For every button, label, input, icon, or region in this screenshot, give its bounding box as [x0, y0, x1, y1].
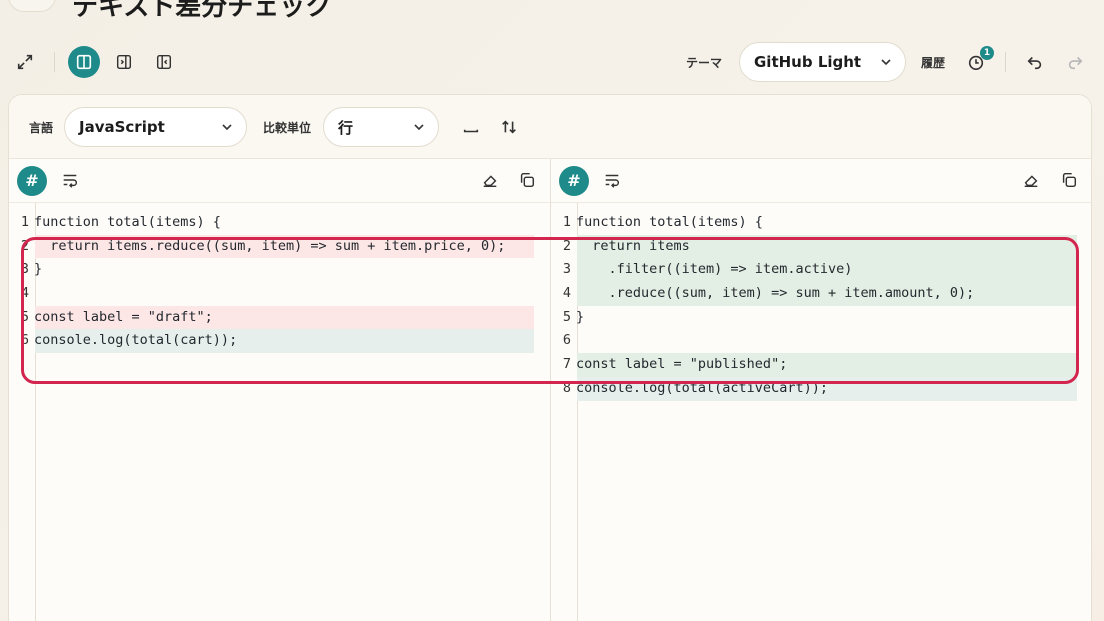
undo-icon[interactable] [1019, 46, 1051, 78]
page-title: テキスト差分チェック [72, 0, 332, 22]
redo-icon[interactable] [1059, 46, 1091, 78]
language-select[interactable]: JavaScript [64, 107, 247, 147]
divider [54, 52, 55, 72]
eraser-icon[interactable] [481, 171, 501, 191]
history-count-badge: 1 [980, 46, 994, 60]
split-view-icon[interactable] [68, 46, 100, 78]
code-line[interactable]: 1 function total(items) { [9, 211, 550, 235]
copy-icon[interactable] [518, 171, 538, 191]
line-numbers-toggle[interactable]: # [17, 166, 47, 196]
wrap-icon[interactable] [603, 171, 623, 191]
line-numbers-toggle[interactable]: # [559, 166, 589, 196]
unit-value: 行 [338, 118, 354, 137]
history-label: 履歴 [921, 56, 946, 70]
theme-select[interactable]: GitHub Light [739, 42, 906, 82]
line-text: function total(items) { [34, 214, 221, 230]
eraser-icon[interactable] [1022, 171, 1042, 191]
language-value: JavaScript [79, 118, 165, 136]
whitespace-icon[interactable] [455, 111, 487, 143]
wrap-icon[interactable] [61, 171, 81, 191]
app-badge[interactable]: 1 [8, 0, 56, 12]
code-line[interactable]: 1 function total(items) { [551, 211, 1091, 235]
theme-value: GitHub Light [754, 53, 862, 71]
line-text: function total(items) { [576, 214, 763, 230]
expand-icon[interactable] [9, 46, 41, 78]
swap-icon[interactable] [493, 111, 525, 143]
divider [1005, 52, 1006, 72]
line-number: 1 [20, 214, 29, 230]
copy-icon[interactable] [1060, 171, 1080, 191]
theme-label: テーマ [686, 56, 723, 70]
chevron-down-icon [222, 124, 232, 131]
annotation-highlight [21, 237, 1079, 384]
title-row: 1 テキスト差分チェック [0, 0, 1104, 26]
left-pane-bar: # [9, 159, 550, 203]
chevron-down-icon [414, 124, 424, 131]
unit-select[interactable]: 行 [323, 107, 439, 147]
left-pane: # 1 function total(items) {2 return items… [9, 159, 551, 621]
language-label: 言語 [29, 121, 54, 135]
unit-label: 比較単位 [263, 121, 312, 135]
right-pane-bar: # [551, 159, 1091, 203]
options-bar: 言語 JavaScript 比較単位 行 [9, 95, 1091, 159]
line-number: 1 [562, 214, 571, 230]
chevron-down-icon [881, 59, 891, 66]
left-panel-icon[interactable] [148, 46, 180, 78]
right-pane: # 1 function total(items) {2 return items… [551, 159, 1091, 621]
right-panel-icon[interactable] [108, 46, 140, 78]
